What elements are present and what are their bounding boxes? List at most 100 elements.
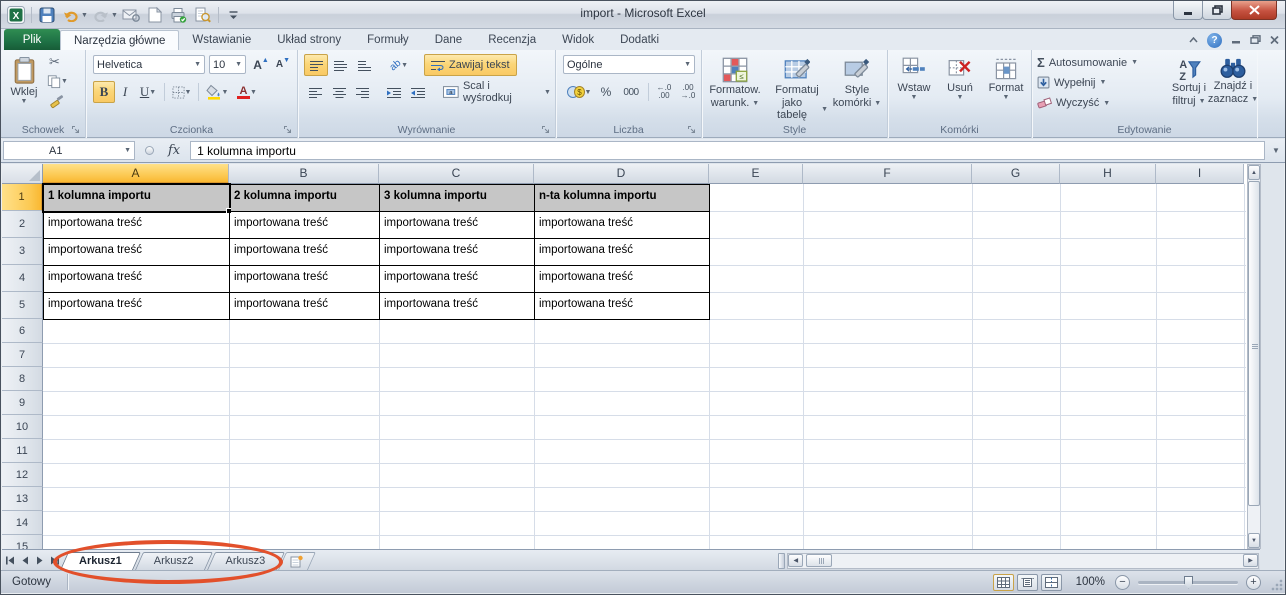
fill-handle[interactable] [226,208,231,213]
align-center-button[interactable] [328,81,352,103]
select-all-corner[interactable] [2,164,43,184]
increase-decimal-button[interactable]: ←.0.00 [652,81,676,103]
row-header-13[interactable]: 13 [2,487,43,511]
table-header-cell[interactable]: n-ta kolumna importu [534,184,710,212]
horizontal-scrollbar[interactable]: ◀ ▶ [787,553,1259,569]
paste-button[interactable]: Wklej▼ [4,53,44,104]
dialog-launcher-icon[interactable] [71,125,82,136]
insert-function-icon[interactable]: fx [168,143,180,158]
page-layout-view-button[interactable] [1017,574,1038,591]
zoom-slider-thumb[interactable] [1184,576,1193,589]
sheet-tab-arkusz2[interactable]: Arkusz2 [139,552,209,570]
resize-grip[interactable] [1271,579,1283,591]
row-header-7[interactable]: 7 [2,343,43,367]
comma-style-button[interactable]: 000 [617,81,645,103]
column-header-F[interactable]: F [803,164,972,184]
row-header-6[interactable]: 6 [2,319,43,343]
column-header-B[interactable]: B [229,164,379,184]
table-cell[interactable]: importowana treść [379,238,535,266]
close-button[interactable] [1231,1,1277,20]
table-cell[interactable]: importowana treść [43,211,230,239]
column-header-C[interactable]: C [379,164,534,184]
row-header-14[interactable]: 14 [2,511,43,535]
decrease-indent-button[interactable] [382,81,406,103]
table-cell[interactable]: importowana treść [379,211,535,239]
insert-cells-button[interactable]: Wstaw▼ [891,53,937,100]
row-header-12[interactable]: 12 [2,463,43,487]
table-cell[interactable]: importowana treść [534,238,710,266]
vertical-scroll-thumb[interactable] [1248,181,1260,506]
table-cell[interactable]: importowana treść [43,292,230,320]
currency-format-button[interactable]: $▼ [563,81,595,103]
zoom-in-icon[interactable]: + [1246,575,1261,590]
ribbon-tab-narzędzia-główne[interactable]: Narzędzia główne [60,30,179,50]
prev-sheet-icon[interactable] [18,553,32,568]
scroll-down-icon[interactable]: ▼ [1248,533,1260,548]
format-painter-button[interactable] [49,94,64,112]
doc-restore-icon[interactable] [1250,35,1261,46]
align-right-button[interactable] [351,81,375,103]
tab-scrollbar-splitter[interactable] [778,553,785,569]
next-sheet-icon[interactable] [33,553,47,568]
table-cell[interactable]: importowana treść [43,238,230,266]
table-cell[interactable]: importowana treść [229,238,380,266]
table-cell[interactable]: importowana treść [229,211,380,239]
file-tab[interactable]: Plik [4,29,60,50]
row-header-11[interactable]: 11 [2,439,43,463]
font-name-select[interactable]: Helvetica▼ [93,55,205,74]
last-sheet-icon[interactable] [48,553,62,568]
font-color-button[interactable]: A▼ [232,81,262,103]
help-icon[interactable]: ? [1207,33,1222,48]
minimize-button[interactable] [1173,1,1203,20]
formula-input[interactable]: 1 kolumna importu [190,141,1265,160]
doc-close-icon[interactable] [1270,36,1279,46]
increase-indent-button[interactable] [406,81,430,103]
restore-button[interactable] [1202,1,1232,20]
name-box[interactable]: A1▼ [3,141,135,160]
fill-color-button[interactable]: ▼ [202,81,232,103]
row-header-4[interactable]: 4 [2,265,43,292]
table-cell[interactable]: importowana treść [379,265,535,293]
column-header-A[interactable]: A [43,164,229,184]
table-cell[interactable]: importowana treść [534,211,710,239]
align-top-button[interactable] [304,54,328,76]
grow-font-button[interactable]: A▲ [250,55,272,74]
zoom-slider[interactable] [1138,581,1238,584]
cell-grid[interactable]: ABCDEFGHI1234567891011121314151 kolumna … [2,164,1246,549]
column-header-G[interactable]: G [972,164,1060,184]
row-header-2[interactable]: 2 [2,211,43,238]
cut-button[interactable]: ✂ [49,54,60,70]
vertical-scrollbar[interactable]: ▲ ▼ [1247,164,1261,549]
align-left-button[interactable] [304,81,328,103]
ribbon-tab-recenzja[interactable]: Recenzja [475,30,549,50]
fill-button[interactable]: Wypełnij▼ [1037,76,1106,89]
column-header-D[interactable]: D [534,164,709,184]
format-cells-button[interactable]: Format▼ [983,53,1029,100]
ribbon-tab-widok[interactable]: Widok [549,30,607,50]
wrap-text-button[interactable]: Zawijaj tekst [424,54,517,76]
table-header-cell[interactable]: 2 kolumna importu [229,184,380,212]
delete-cells-button[interactable]: Usuń▼ [939,53,981,100]
horizontal-scroll-thumb[interactable] [806,554,832,567]
sheet-tab-arkusz3[interactable]: Arkusz3 [211,552,281,570]
column-header-E[interactable]: E [709,164,803,184]
cell-styles-button[interactable]: Stylekomórki▼ [828,53,886,109]
clear-button[interactable]: Wyczyść▼ [1037,97,1110,109]
orientation-button[interactable]: ab▼ [384,54,414,76]
scroll-left-icon[interactable]: ◀ [788,554,803,567]
font-size-select[interactable]: 10▼ [209,55,246,74]
ribbon-tab-wstawianie[interactable]: Wstawianie [179,30,264,50]
italic-button[interactable]: I [115,81,135,103]
conditional-formatting-button[interactable]: ≤ Formatow.warunk.▼ [704,53,766,109]
ribbon-tab-dodatki[interactable]: Dodatki [607,30,672,50]
shrink-font-button[interactable]: A▼ [273,55,293,74]
borders-button[interactable]: ▼ [168,81,195,103]
page-break-view-button[interactable] [1041,574,1062,591]
table-cell[interactable]: importowana treść [229,265,380,293]
bold-button[interactable]: B [93,81,115,103]
insert-worksheet-tab[interactable] [282,552,312,570]
table-cell[interactable]: importowana treść [534,265,710,293]
row-header-5[interactable]: 5 [2,292,43,319]
percent-style-button[interactable]: % [595,81,617,103]
collapse-ribbon-icon[interactable] [1189,36,1198,45]
